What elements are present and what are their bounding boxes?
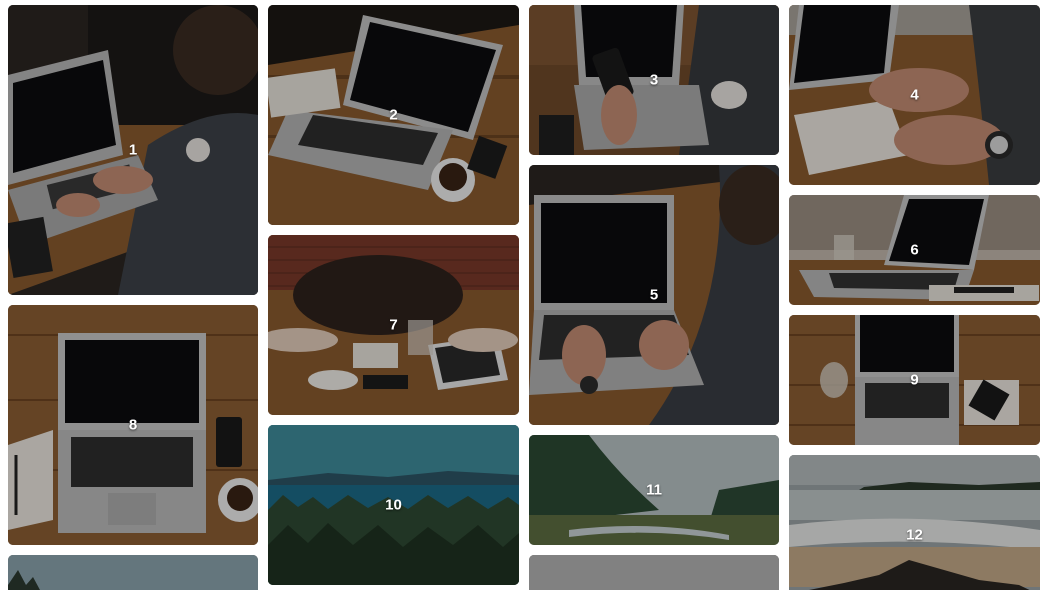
gallery-tile-partial-left[interactable] (8, 555, 258, 590)
gallery-tile-4[interactable]: 4 (789, 5, 1040, 185)
gallery-tile-7[interactable]: 7 (268, 235, 519, 415)
gallery-tile-9[interactable]: 9 (789, 315, 1040, 445)
tile-number: 6 (910, 241, 919, 259)
tile-number: 4 (910, 86, 919, 104)
tile-number: 1 (128, 141, 138, 159)
gallery-tile-6[interactable]: 6 (789, 195, 1040, 305)
tile-number: 3 (649, 71, 659, 89)
tile-number: 5 (649, 286, 659, 304)
gallery-tile-5[interactable]: 5 (529, 165, 779, 425)
gallery-tile-1[interactable]: 1 (8, 5, 258, 295)
tile-number: 2 (389, 106, 398, 124)
tile-number: 10 (385, 496, 402, 514)
tile-number: 9 (910, 371, 919, 389)
gallery-tile-10[interactable]: 10 (268, 425, 519, 585)
tile-number: 8 (128, 416, 138, 434)
gallery-tile-8[interactable]: 8 (8, 305, 258, 545)
gallery-tile-12[interactable]: 12 (789, 455, 1040, 590)
gallery-tile-2[interactable]: 2 (268, 5, 519, 225)
gallery-tile-partial-middle[interactable] (529, 555, 779, 590)
gallery-tile-11[interactable]: 11 (529, 435, 779, 545)
tile-number: 7 (389, 316, 398, 334)
masonry-gallery: 1 2 3 4 5 6 7 8 9 10 11 12 (0, 0, 1049, 590)
tile-number: 12 (906, 526, 923, 544)
tile-number: 11 (646, 481, 662, 499)
gallery-tile-3[interactable]: 3 (529, 5, 779, 155)
